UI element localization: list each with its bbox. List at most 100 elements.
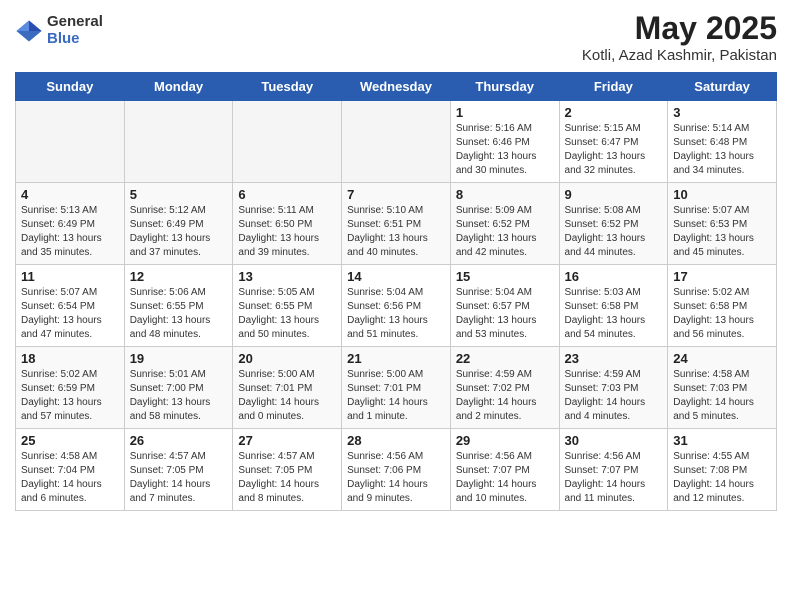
day-number: 16 (565, 269, 663, 284)
day-number: 23 (565, 351, 663, 366)
calendar-cell: 1 Sunrise: 5:16 AM Sunset: 6:46 PM Daylig… (450, 101, 559, 183)
day-number: 8 (456, 187, 554, 202)
day-header: Sunday (16, 73, 125, 101)
calendar-cell: 22 Sunrise: 4:59 AM Sunset: 7:02 PM Dayli… (450, 347, 559, 429)
calendar-cell: 27Sunrise: 4:57 AM Sunset: 7:05 PM Dayli… (233, 429, 342, 511)
calendar-cell: 9 Sunrise: 5:08 AM Sunset: 6:52 PM Daylig… (559, 183, 668, 265)
day-header: Tuesday (233, 73, 342, 101)
day-number: 15 (456, 269, 554, 284)
day-info: Sunrise: 4:59 AM Sunset: 7:03 PM Dayligh… (565, 368, 663, 424)
day-number: 21 (347, 351, 445, 366)
day-number: 19 (130, 351, 228, 366)
logo: General Blue (15, 14, 103, 47)
logo-blue: Blue (47, 31, 103, 48)
calendar-cell: 7 Sunrise: 5:10 AM Sunset: 6:51 PM Daylig… (342, 183, 451, 265)
day-number: 1 (456, 105, 554, 120)
day-number: 31 (673, 433, 771, 448)
title-area: May 2025 Kotli, Azad Kashmir, Pakistan (582, 10, 777, 64)
day-number: 29 (456, 433, 554, 448)
day-info: Sunrise: 5:07 AM Sunset: 6:54 PM Dayligh… (21, 286, 119, 342)
calendar-cell: 18Sunrise: 5:02 AM Sunset: 6:59 PM Dayli… (16, 347, 125, 429)
day-number: 2 (565, 105, 663, 120)
calendar-cell: 3 Sunrise: 5:14 AM Sunset: 6:48 PM Daylig… (668, 101, 777, 183)
day-info: Sunrise: 4:59 AM Sunset: 7:02 PM Dayligh… (456, 368, 554, 424)
day-info: Sunrise: 5:14 AM Sunset: 6:48 PM Dayligh… (673, 122, 771, 178)
calendar-cell: 29 Sunrise: 4:56 AM Sunset: 7:07 PM Dayli… (450, 429, 559, 511)
calendar-cell (16, 101, 125, 183)
day-number: 6 (238, 187, 336, 202)
calendar-cell: 28 Sunrise: 4:56 AM Sunset: 7:06 PM Dayli… (342, 429, 451, 511)
header-row: SundayMondayTuesdayWednesdayThursdayFrid… (16, 73, 777, 101)
day-info: Sunrise: 4:56 AM Sunset: 7:07 PM Dayligh… (456, 450, 554, 506)
calendar-cell: 2 Sunrise: 5:15 AM Sunset: 6:47 PM Daylig… (559, 101, 668, 183)
calendar-week: 11 Sunrise: 5:07 AM Sunset: 6:54 PM Dayli… (16, 265, 777, 347)
day-header: Thursday (450, 73, 559, 101)
day-number: 28 (347, 433, 445, 448)
calendar-title: May 2025 (582, 10, 777, 47)
calendar-cell: 21 Sunrise: 5:00 AM Sunset: 7:01 PM Dayli… (342, 347, 451, 429)
day-info: Sunrise: 5:06 AM Sunset: 6:55 PM Dayligh… (130, 286, 228, 342)
calendar-cell: 6 Sunrise: 5:11 AM Sunset: 6:50 PM Daylig… (233, 183, 342, 265)
day-info: Sunrise: 5:02 AM Sunset: 6:58 PM Dayligh… (673, 286, 771, 342)
day-number: 13 (238, 269, 336, 284)
calendar-cell: 26 Sunrise: 4:57 AM Sunset: 7:05 PM Dayli… (124, 429, 233, 511)
calendar-week: 1 Sunrise: 5:16 AM Sunset: 6:46 PM Daylig… (16, 101, 777, 183)
calendar-cell: 12 Sunrise: 5:06 AM Sunset: 6:55 PM Dayli… (124, 265, 233, 347)
day-info: Sunrise: 4:56 AM Sunset: 7:06 PM Dayligh… (347, 450, 445, 506)
calendar-cell: 5 Sunrise: 5:12 AM Sunset: 6:49 PM Daylig… (124, 183, 233, 265)
day-number: 25 (21, 433, 119, 448)
day-info: Sunrise: 5:05 AM Sunset: 6:55 PM Dayligh… (238, 286, 336, 342)
day-number: 20 (238, 351, 336, 366)
calendar-cell: 20Sunrise: 5:00 AM Sunset: 7:01 PM Dayli… (233, 347, 342, 429)
calendar-cell: 8Sunrise: 5:09 AM Sunset: 6:52 PM Daylig… (450, 183, 559, 265)
calendar-cell: 19Sunrise: 5:01 AM Sunset: 7:00 PM Dayli… (124, 347, 233, 429)
day-info: Sunrise: 5:16 AM Sunset: 6:46 PM Dayligh… (456, 122, 554, 178)
day-number: 9 (565, 187, 663, 202)
calendar-cell: 17 Sunrise: 5:02 AM Sunset: 6:58 PM Dayli… (668, 265, 777, 347)
day-info: Sunrise: 4:55 AM Sunset: 7:08 PM Dayligh… (673, 450, 771, 506)
day-info: Sunrise: 5:07 AM Sunset: 6:53 PM Dayligh… (673, 204, 771, 260)
calendar-cell: 30 Sunrise: 4:56 AM Sunset: 7:07 PM Dayli… (559, 429, 668, 511)
day-number: 7 (347, 187, 445, 202)
calendar-cell: 25 Sunrise: 4:58 AM Sunset: 7:04 PM Dayli… (16, 429, 125, 511)
day-number: 14 (347, 269, 445, 284)
day-number: 27 (238, 433, 336, 448)
day-header: Monday (124, 73, 233, 101)
calendar-cell: 13 Sunrise: 5:05 AM Sunset: 6:55 PM Dayli… (233, 265, 342, 347)
calendar-cell: 23 Sunrise: 4:59 AM Sunset: 7:03 PM Dayli… (559, 347, 668, 429)
day-info: Sunrise: 5:15 AM Sunset: 6:47 PM Dayligh… (565, 122, 663, 178)
calendar-subtitle: Kotli, Azad Kashmir, Pakistan (582, 47, 777, 64)
day-info: Sunrise: 5:11 AM Sunset: 6:50 PM Dayligh… (238, 204, 336, 260)
calendar-week: 18Sunrise: 5:02 AM Sunset: 6:59 PM Dayli… (16, 347, 777, 429)
day-number: 22 (456, 351, 554, 366)
day-info: Sunrise: 5:00 AM Sunset: 7:01 PM Dayligh… (347, 368, 445, 424)
day-info: Sunrise: 5:13 AM Sunset: 6:49 PM Dayligh… (21, 204, 119, 260)
calendar-cell: 15Sunrise: 5:04 AM Sunset: 6:57 PM Dayli… (450, 265, 559, 347)
day-number: 12 (130, 269, 228, 284)
day-info: Sunrise: 4:56 AM Sunset: 7:07 PM Dayligh… (565, 450, 663, 506)
day-info: Sunrise: 4:57 AM Sunset: 7:05 PM Dayligh… (130, 450, 228, 506)
day-info: Sunrise: 5:12 AM Sunset: 6:49 PM Dayligh… (130, 204, 228, 260)
calendar-cell: 10Sunrise: 5:07 AM Sunset: 6:53 PM Dayli… (668, 183, 777, 265)
header: General Blue May 2025 Kotli, Azad Kashmi… (15, 10, 777, 64)
day-header: Friday (559, 73, 668, 101)
calendar-week: 25 Sunrise: 4:58 AM Sunset: 7:04 PM Dayli… (16, 429, 777, 511)
calendar-week: 4Sunrise: 5:13 AM Sunset: 6:49 PM Daylig… (16, 183, 777, 265)
day-info: Sunrise: 5:10 AM Sunset: 6:51 PM Dayligh… (347, 204, 445, 260)
day-number: 5 (130, 187, 228, 202)
day-info: Sunrise: 4:58 AM Sunset: 7:04 PM Dayligh… (21, 450, 119, 506)
calendar-cell: 4Sunrise: 5:13 AM Sunset: 6:49 PM Daylig… (16, 183, 125, 265)
calendar-cell (233, 101, 342, 183)
calendar-cell (124, 101, 233, 183)
day-info: Sunrise: 5:08 AM Sunset: 6:52 PM Dayligh… (565, 204, 663, 260)
day-number: 26 (130, 433, 228, 448)
calendar-cell: 31 Sunrise: 4:55 AM Sunset: 7:08 PM Dayli… (668, 429, 777, 511)
day-number: 30 (565, 433, 663, 448)
day-info: Sunrise: 5:03 AM Sunset: 6:58 PM Dayligh… (565, 286, 663, 342)
day-number: 17 (673, 269, 771, 284)
logo-general: General (47, 14, 103, 31)
day-number: 3 (673, 105, 771, 120)
logo-text: General Blue (47, 14, 103, 47)
day-number: 24 (673, 351, 771, 366)
day-number: 11 (21, 269, 119, 284)
